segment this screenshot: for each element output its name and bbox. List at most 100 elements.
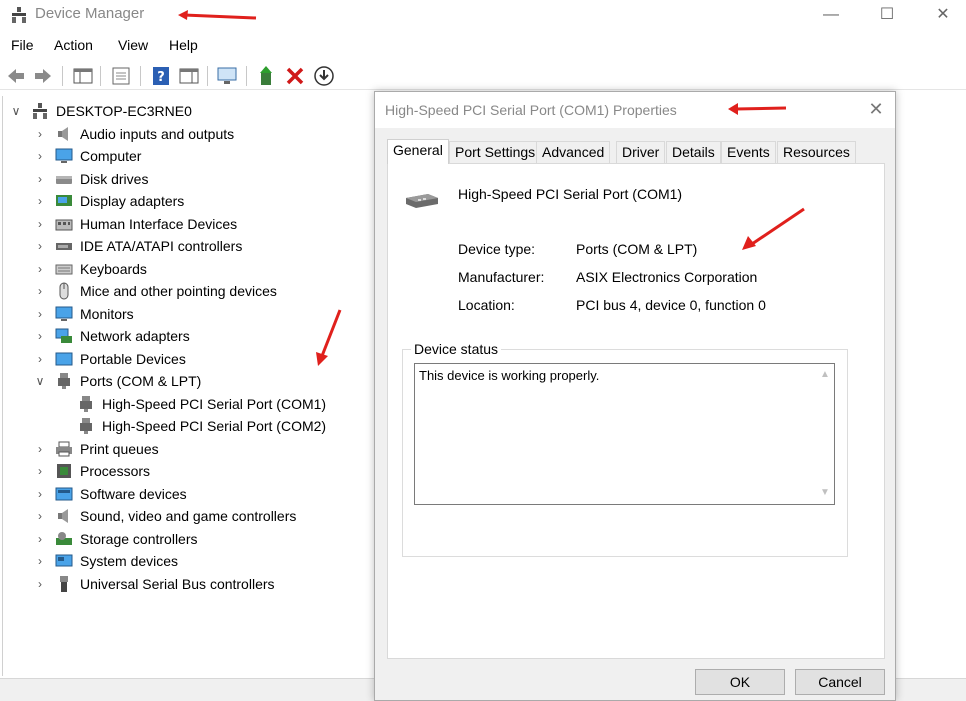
tree-item[interactable]: › Sound, video and game controllers [33,505,296,527]
chevron-right-icon[interactable]: › [33,577,47,591]
mouse-icon [55,282,73,300]
toolbar-separator [62,66,63,86]
action-pane-icon[interactable] [178,65,200,87]
menu-action[interactable]: Action [54,37,93,53]
tree-item[interactable]: › System devices [33,550,178,572]
toolbar-separator [100,66,101,86]
tab-resources[interactable]: Resources [777,141,856,163]
device-status-legend: Device status [411,341,502,357]
storage-controller-icon [55,530,73,548]
tab-events[interactable]: Events [721,141,776,163]
tree-item[interactable]: › Universal Serial Bus controllers [33,573,275,595]
show-hide-console-tree-icon[interactable] [72,65,94,87]
help-icon[interactable]: ? [150,65,172,87]
tab-driver[interactable]: Driver [616,141,666,163]
tree-item[interactable]: › Print queues [33,438,159,460]
tree-item[interactable]: › IDE ATA/ATAPI controllers [33,235,242,257]
portable-device-icon [55,350,73,368]
tree-item[interactable]: › Display adapters [33,190,184,212]
network-adapter-icon [55,327,73,345]
tree-item[interactable]: › Software devices [33,483,187,505]
tree-item-label: Monitors [80,305,134,322]
scan-download-icon[interactable] [313,65,335,87]
tree-item-label: Portable Devices [80,350,186,367]
sound-icon [55,507,73,525]
tree-item[interactable]: › Storage controllers [33,528,198,550]
tree-item[interactable]: › Monitors [33,303,134,325]
annotation-arrow [316,309,342,366]
uninstall-icon[interactable] [284,65,306,87]
computer-icon [55,147,73,165]
back-icon[interactable] [5,65,27,87]
chevron-right-icon[interactable]: › [33,464,47,478]
display-adapter-icon [55,192,73,210]
tree-item[interactable]: › Computer [33,145,141,167]
cancel-button[interactable]: Cancel [795,669,885,695]
dialog-title: High-Speed PCI Serial Port (COM1) Proper… [385,102,677,118]
chevron-right-icon[interactable]: › [33,487,47,501]
scroll-down-icon[interactable]: ▼ [816,484,834,502]
device-status-textbox[interactable]: This device is working properly. ▲ ▼ [414,363,835,505]
dialog-close-button[interactable]: ✕ [865,98,887,120]
tree-item-label: High-Speed PCI Serial Port (COM1) [102,395,327,412]
chevron-right-icon[interactable]: › [33,352,47,366]
display-icon[interactable] [216,65,238,87]
tab-advanced[interactable]: Advanced [536,141,611,163]
tree-item-label: Sound, video and game controllers [80,508,297,524]
chevron-down-icon[interactable]: ∨ [33,374,47,388]
tab-details[interactable]: Details [666,141,721,163]
tree-item[interactable]: › Processors [33,460,150,482]
chevron-right-icon[interactable]: › [33,284,47,298]
tree-item-label: Network adapters [80,328,190,344]
serial-port-icon [406,194,438,208]
title-bar: Device Manager — ☐ ✕ [0,0,966,30]
tree-item-label: Computer [80,148,142,164]
tree-root[interactable]: ∨ DESKTOP-EC3RNE0 [9,100,192,122]
tree-item-label: DESKTOP-EC3RNE0 [56,103,192,119]
chevron-right-icon[interactable]: › [33,127,47,141]
menu-file[interactable]: File [11,37,34,53]
forward-icon[interactable] [32,65,54,87]
chevron-right-icon[interactable]: › [33,554,47,568]
tree-item[interactable]: › Disk drives [33,168,148,190]
chevron-right-icon[interactable]: › [33,262,47,276]
chevron-right-icon[interactable]: › [33,329,47,343]
system-device-icon [55,552,73,570]
chevron-right-icon[interactable]: › [33,239,47,253]
tree-item[interactable]: › Audio inputs and outputs [33,123,234,145]
tree-child-item[interactable]: High-Speed PCI Serial Port (COM2) [77,415,326,437]
menu-view[interactable]: View [118,37,148,53]
minimize-button[interactable]: — [808,2,854,28]
tree-item-label: High-Speed PCI Serial Port (COM2) [102,418,327,434]
tree-item-label: Display adapters [80,193,185,209]
properties-icon[interactable] [110,65,132,87]
tree-child-item[interactable]: High-Speed PCI Serial Port (COM1) [77,393,326,415]
update-driver-icon[interactable] [256,65,278,87]
manufacturer-label: Manufacturer: [458,269,545,285]
chevron-right-icon[interactable]: › [33,172,47,186]
chevron-right-icon[interactable]: › [33,194,47,208]
chevron-right-icon[interactable]: › [33,217,47,231]
chevron-down-icon[interactable]: ∨ [9,104,23,118]
tree-item[interactable]: › Network adapters [33,325,190,347]
tree-item[interactable]: › Portable Devices [33,348,186,370]
chevron-right-icon[interactable]: › [33,307,47,321]
tree-item[interactable]: › Mice and other pointing devices [33,280,277,302]
chevron-right-icon[interactable]: › [33,149,47,163]
ok-button[interactable]: OK [695,669,785,695]
tree-item[interactable]: ∨ Ports (COM & LPT) [33,370,201,392]
tree-item[interactable]: › Keyboards [33,258,147,280]
processor-icon [55,462,73,480]
menu-help[interactable]: Help [169,37,198,53]
chevron-right-icon[interactable]: › [33,509,47,523]
dialog-title-bar: High-Speed PCI Serial Port (COM1) Proper… [375,92,895,128]
scroll-up-icon[interactable]: ▲ [816,366,834,384]
chevron-right-icon[interactable]: › [33,532,47,546]
tab-port-settings[interactable]: Port Settings [449,141,542,163]
chevron-right-icon[interactable]: › [33,442,47,456]
tree-item[interactable]: › Human Interface Devices [33,213,237,235]
close-button[interactable]: ✕ [920,2,966,28]
maximize-button[interactable]: ☐ [864,2,910,28]
tab-general[interactable]: General [387,139,449,164]
manufacturer-value: ASIX Electronics Corporation [576,269,758,285]
